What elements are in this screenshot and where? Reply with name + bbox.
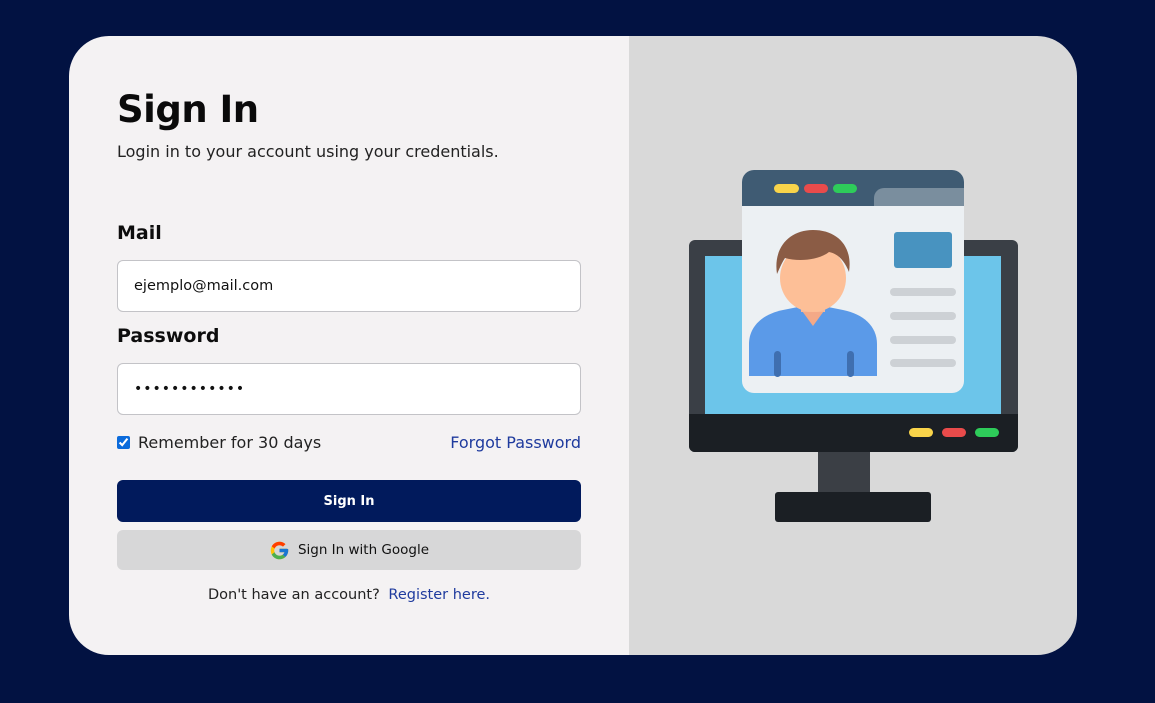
green-light-icon <box>975 428 999 437</box>
monitor-stand-neck <box>818 448 870 494</box>
register-link[interactable]: Register here. <box>388 587 490 603</box>
info-line <box>890 288 956 296</box>
google-icon <box>270 541 289 559</box>
computer-profile-illustration <box>689 170 1018 522</box>
mail-input[interactable] <box>117 260 581 312</box>
info-line <box>890 359 956 367</box>
id-photo-block <box>894 232 952 268</box>
yellow-light-icon <box>909 428 933 437</box>
illustration-panel <box>629 36 1077 655</box>
sign-in-card: Sign In Login in to your account using y… <box>69 36 1077 655</box>
forgot-password-link[interactable]: Forgot Password <box>450 433 581 452</box>
window-red-dot-icon <box>804 184 828 193</box>
window-yellow-dot-icon <box>774 184 799 193</box>
google-sign-in-button[interactable]: Sign In with Google <box>117 530 581 570</box>
register-row: Don't have an account? Register here. <box>69 587 629 603</box>
google-button-label: Sign In with Google <box>297 542 430 558</box>
window-green-dot-icon <box>833 184 857 193</box>
page-subtitle: Login in to your account using your cred… <box>117 142 499 161</box>
sign-in-button[interactable]: Sign In <box>117 480 581 522</box>
password-input[interactable] <box>117 363 581 415</box>
mail-label: Mail <box>117 222 162 244</box>
monitor-stand-base <box>775 492 931 522</box>
remember-label: Remember for 30 days <box>138 433 322 452</box>
info-line <box>890 312 956 320</box>
info-line <box>890 336 956 344</box>
page-title: Sign In <box>117 88 259 131</box>
red-light-icon <box>942 428 966 437</box>
remember-me[interactable]: Remember for 30 days <box>117 433 321 452</box>
sign-in-form-panel: Sign In Login in to your account using y… <box>69 36 629 655</box>
no-account-text: Don't have an account? <box>207 587 380 603</box>
password-label: Password <box>117 325 220 347</box>
remember-checkbox[interactable] <box>117 436 130 449</box>
